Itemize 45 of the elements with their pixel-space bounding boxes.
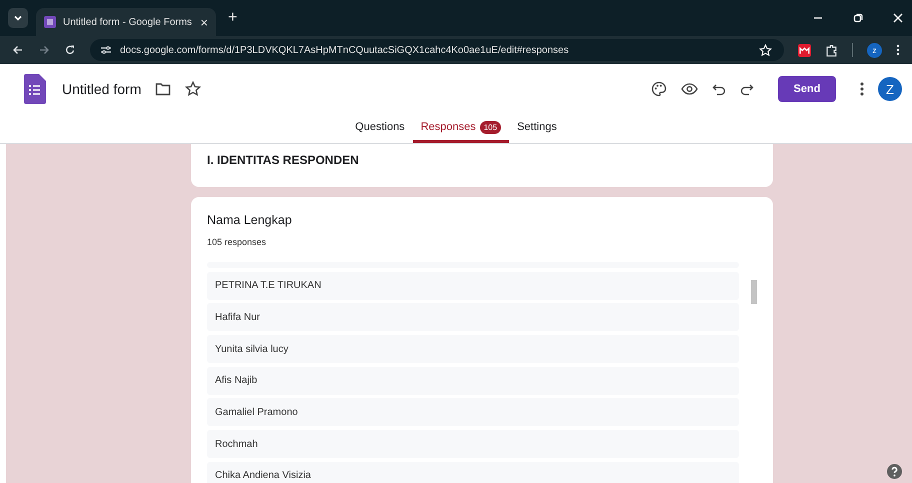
response-count: 105 responses [207,237,268,247]
address-bar[interactable]: docs.google.com/forms/d/1P3LDVKQKL7AsHpMTnCQuutacSiGQX1cahc4Ko0ae1uE/edit#responses [90,39,784,61]
response-item: PETRINA T.E TIRUKAN [207,272,739,300]
account-avatar[interactable]: Z [878,77,902,101]
forward-icon[interactable] [38,44,50,56]
extension-icon[interactable] [798,44,811,56]
form-tab[interactable]: Settings [509,114,565,143]
form-title[interactable]: Untitled form [62,81,142,97]
response-item: Gamaliel Pramono [207,398,739,426]
help-icon[interactable] [887,464,902,479]
close-icon[interactable] [892,12,904,24]
response-item: Chika Andiena Visizia [207,462,739,483]
section-title: I. IDENTITAS RESPONDEN [207,153,360,167]
forms-logo-icon [24,74,46,104]
tab-close-button[interactable]: × [200,14,208,30]
response-item: Yunita silvia lucy [207,335,739,364]
response-item: Rochmah [207,430,739,458]
reload-icon[interactable] [64,44,76,56]
star-icon[interactable] [185,81,202,97]
site-settings-icon[interactable] [100,44,112,56]
send-button[interactable]: Send [778,76,836,102]
more-icon[interactable] [860,82,864,96]
scrollbar-thumb[interactable] [751,280,757,304]
new-tab-button[interactable]: + [224,9,242,27]
profile-avatar[interactable]: z [867,42,882,58]
response-item: Afis Najib [207,366,739,395]
restore-icon[interactable] [852,12,864,24]
folder-icon[interactable] [155,82,172,96]
undo-icon[interactable] [712,82,726,96]
palette-icon[interactable] [651,81,667,97]
form-tab[interactable]: Questions [347,114,413,143]
browser-tab[interactable]: Untitled form - Google Forms × [36,8,216,36]
forms-icon [44,16,56,28]
back-icon[interactable] [12,44,24,56]
redo-icon[interactable] [740,82,754,96]
more-icon[interactable] [896,44,900,56]
response-item: Hafifa Nur [207,303,739,332]
tab-list-button[interactable] [8,8,28,28]
response-count-badge: 105 [480,120,502,134]
eye-icon[interactable] [681,83,698,95]
puzzle-icon[interactable] [825,44,838,56]
chevron-down-icon [13,13,23,23]
url-text: docs.google.com/forms/d/1P3LDVKQKL7AsHpMTnCQuutacSiGQX1cahc4Ko0ae1uE/edit#responses [120,44,569,56]
tab-title: Untitled form - Google Forms [63,16,193,28]
question-title: Nama Lengkap [207,213,293,227]
